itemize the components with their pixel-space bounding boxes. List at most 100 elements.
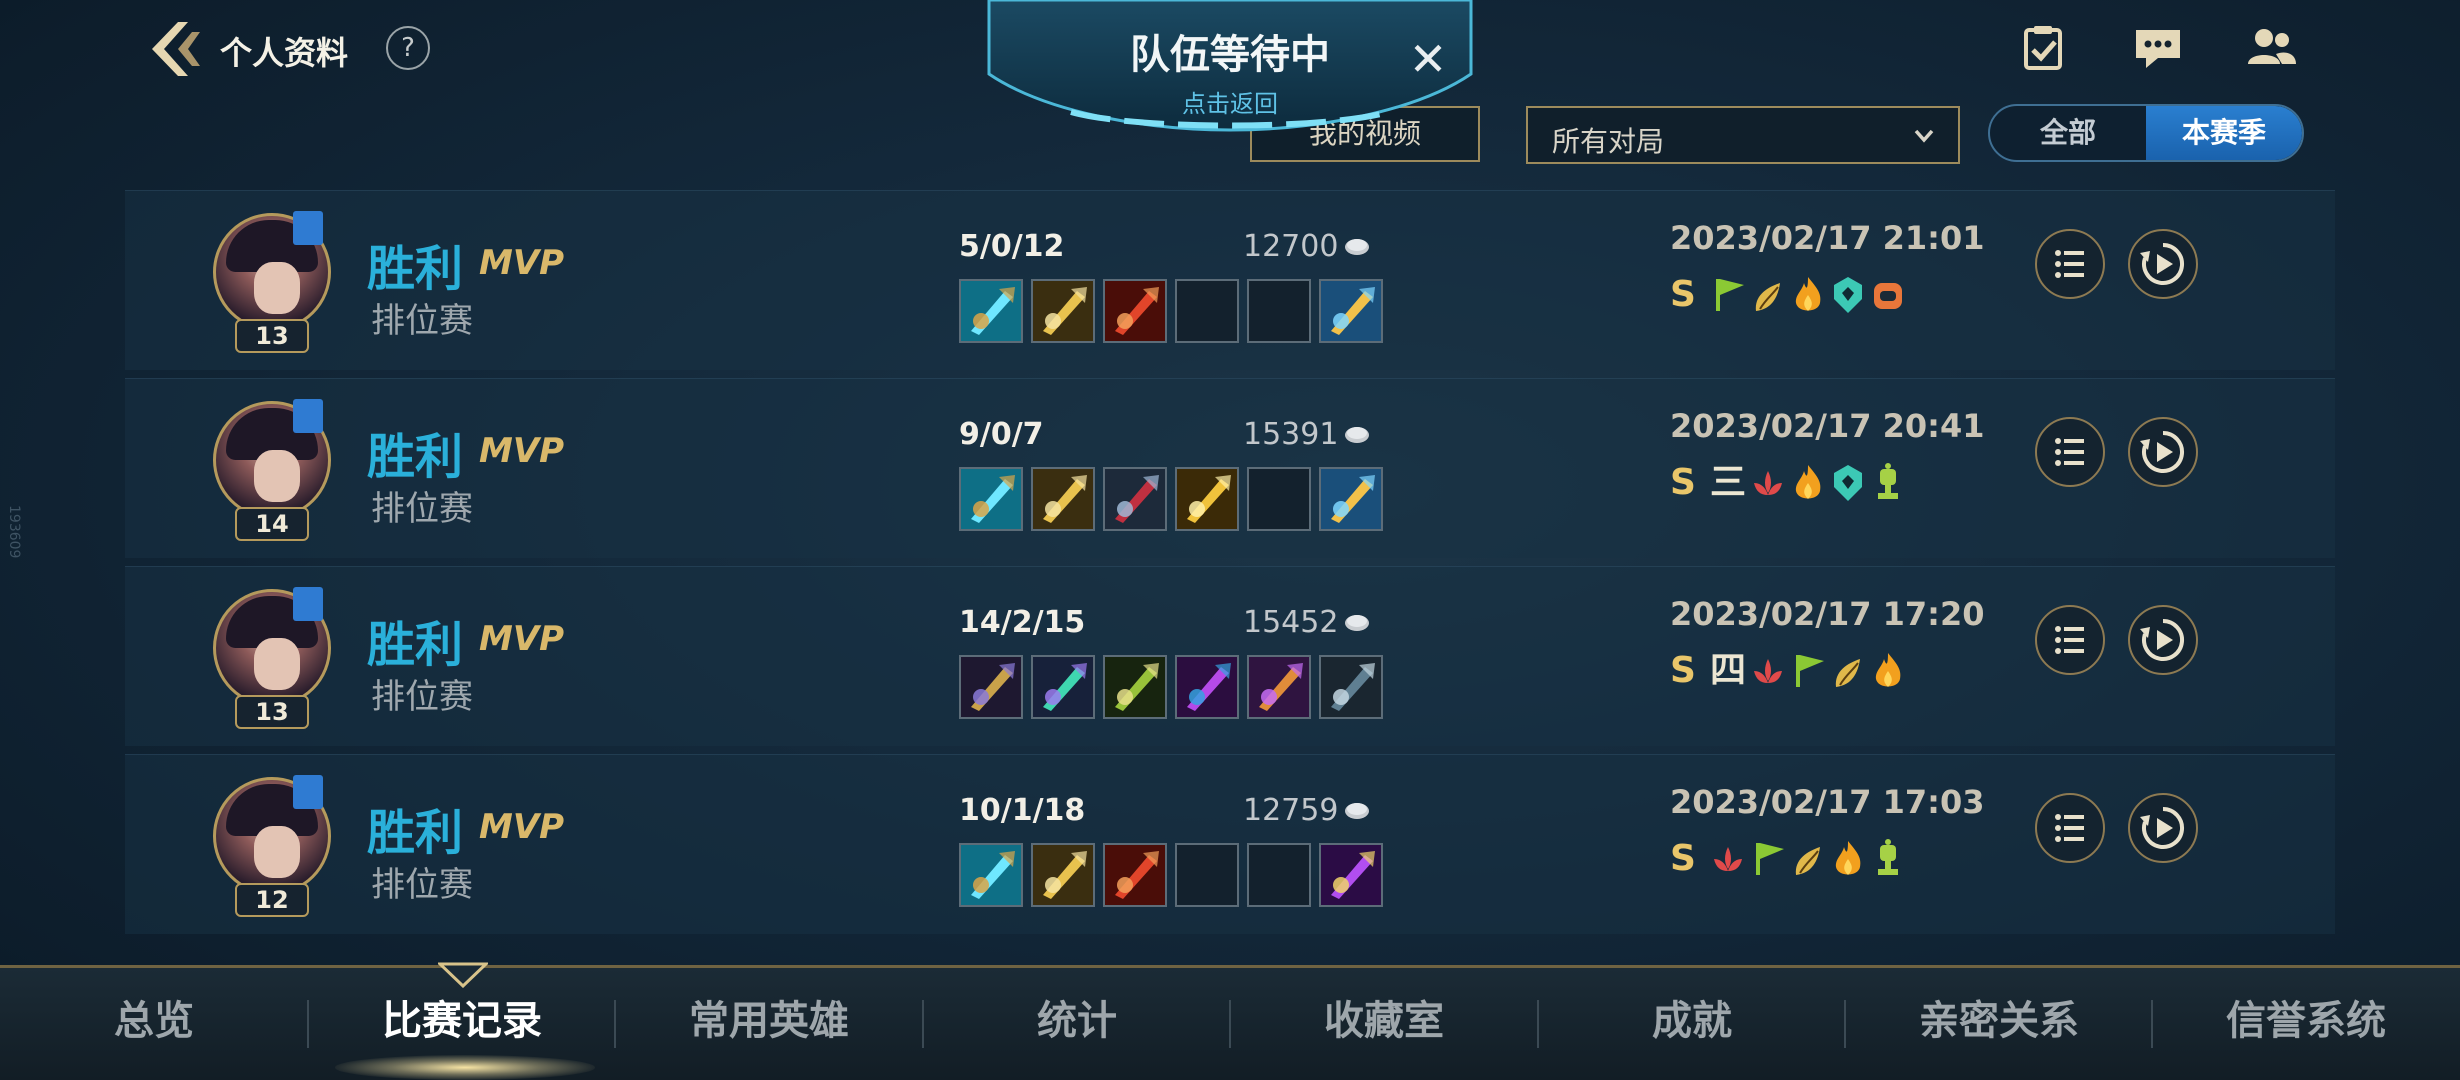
season-toggle: 全部 本赛季 [1988, 104, 2304, 162]
nav-divider [614, 1000, 616, 1048]
item-slot-gold-trinket[interactable] [1319, 279, 1383, 343]
toggle-this-season[interactable]: 本赛季 [2146, 106, 2302, 160]
match-result: 胜利 [367, 241, 464, 297]
flame-leaf-honor-icon [1830, 649, 1866, 693]
item-slot-purple-orb[interactable] [1247, 655, 1311, 719]
item-slot-crimson-spikes[interactable] [1103, 467, 1167, 531]
list-icon [2055, 626, 2084, 654]
match-mode: 排位赛 [371, 301, 473, 341]
match-result: 胜利 [367, 617, 464, 673]
item-slot-empty[interactable] [1247, 279, 1311, 343]
match-detail-button[interactable] [2035, 417, 2105, 487]
nav-tab-7[interactable]: 信誉系统 [2152, 965, 2460, 1077]
item-slot-empty[interactable] [1175, 843, 1239, 907]
nav-divider [1537, 1000, 1539, 1048]
fire-honor-icon [1790, 273, 1826, 317]
item-slot-red-blade[interactable] [1103, 279, 1167, 343]
item-slot-gold-trinket[interactable] [1319, 467, 1383, 531]
nav-tab-2[interactable]: 常用英雄 [615, 965, 923, 1077]
nav-tab-4[interactable]: 收藏室 [1230, 965, 1538, 1077]
gold-value: 12759 [1243, 793, 1339, 828]
friends-icon[interactable] [2246, 24, 2298, 72]
kda-value: 5/0/12 [959, 229, 1065, 264]
match-row[interactable]: 12 胜利 MVP 排位赛 10/1/18 12759 2023/02/17 17:03 S [125, 754, 2335, 934]
hero-level-badge: 13 [235, 319, 309, 353]
trophy-honor-icon [1870, 461, 1906, 505]
queue-close-icon[interactable]: ✕ [1404, 36, 1452, 84]
item-slot-gold-blade[interactable] [1031, 467, 1095, 531]
task-checklist-icon[interactable] [2018, 24, 2070, 72]
nav-tab-3[interactable]: 统计 [923, 965, 1231, 1077]
replay-button[interactable] [2128, 417, 2198, 487]
flame-leaf-honor-icon [1750, 273, 1786, 317]
item-slot-dark-shuriken[interactable] [959, 655, 1023, 719]
item-slot-cyan-sword[interactable] [959, 467, 1023, 531]
hero-level-badge: 12 [235, 883, 309, 917]
match-result: 胜利 [367, 805, 464, 861]
party-icon [293, 211, 323, 245]
item-slot-green-claw[interactable] [1031, 655, 1095, 719]
hero-level-badge: 13 [235, 695, 309, 729]
item-slot-gold-cross[interactable] [1175, 467, 1239, 531]
gold-value: 12700 [1243, 229, 1339, 264]
queue-return-link[interactable]: 点击返回 [985, 84, 1475, 119]
gold-coin-icon [1345, 239, 1369, 255]
item-slot-cyan-sword[interactable] [959, 279, 1023, 343]
toggle-all[interactable]: 全部 [1990, 106, 2146, 160]
match-time: 2023/02/17 21:01 [1670, 219, 1985, 257]
replay-button[interactable] [2128, 229, 2198, 299]
mvp-badge: MVP [479, 431, 565, 471]
match-detail-button[interactable] [2035, 793, 2105, 863]
mvp-badge: MVP [479, 243, 565, 283]
item-slot-gold-blade[interactable] [1031, 843, 1095, 907]
match-type-select[interactable]: 所有对局 [1526, 106, 1960, 164]
match-time: 2023/02/17 17:03 [1670, 783, 1985, 821]
item-slot-dark-trinket[interactable] [1319, 655, 1383, 719]
back-icon[interactable] [148, 18, 204, 80]
item-slot-gold-blade[interactable] [1031, 279, 1095, 343]
chevron-down-icon [1914, 129, 1934, 143]
fire-honor-icon [1870, 649, 1906, 693]
gold-value: 15391 [1243, 417, 1339, 452]
replay-button[interactable] [2128, 605, 2198, 675]
list-icon [2055, 814, 2084, 842]
gold-value: 15452 [1243, 605, 1339, 640]
honor-badge: S [1670, 274, 1696, 315]
hero-level-badge: 14 [235, 507, 309, 541]
item-slot-empty[interactable] [1247, 843, 1311, 907]
match-detail-button[interactable] [2035, 605, 2105, 675]
match-detail-button[interactable] [2035, 229, 2105, 299]
match-row[interactable]: 14 胜利 MVP 排位赛 9/0/7 15391 2023/02/17 20:41 S 三 [125, 378, 2335, 558]
fire-honor-icon [1790, 461, 1826, 505]
flag-honor-icon [1790, 649, 1826, 693]
nav-tab-6[interactable]: 亲密关系 [1845, 965, 2153, 1077]
item-slot-violet-trinket[interactable] [1319, 843, 1383, 907]
active-tab-arrow-icon [438, 962, 488, 988]
item-slot-green-sword[interactable] [1103, 655, 1167, 719]
flag-honor-icon [1710, 273, 1746, 317]
honor-badge: S [1670, 650, 1696, 691]
honor-badge: 三 [1710, 462, 1747, 503]
item-slot-cyan-sword[interactable] [959, 843, 1023, 907]
chat-icon[interactable] [2132, 24, 2184, 72]
item-slot-purple-scythe[interactable] [1175, 655, 1239, 719]
replay-button[interactable] [2128, 793, 2198, 863]
red-lotus-honor-icon [1750, 649, 1786, 693]
nav-tab-5[interactable]: 成就 [1538, 965, 1846, 1077]
honor-badge: 四 [1710, 650, 1747, 691]
mvp-badge: MVP [479, 619, 565, 659]
item-slot-empty[interactable] [1247, 467, 1311, 531]
mvp-badge: MVP [479, 807, 565, 847]
party-icon [293, 587, 323, 621]
help-button[interactable]: ? [386, 26, 430, 70]
gold-coin-icon [1345, 803, 1369, 819]
item-slot-empty[interactable] [1175, 279, 1239, 343]
replay-icon [2140, 243, 2184, 285]
active-tab-glow [335, 1055, 595, 1080]
match-time: 2023/02/17 20:41 [1670, 407, 1985, 445]
nav-tab-0[interactable]: 总览 [0, 965, 308, 1077]
item-slot-red-blade[interactable] [1103, 843, 1167, 907]
match-row[interactable]: 13 胜利 MVP 排位赛 5/0/12 12700 2023/02/17 21:01 S [125, 190, 2335, 370]
match-mode: 排位赛 [371, 865, 473, 905]
match-row[interactable]: 13 胜利 MVP 排位赛 14/2/15 15452 2023/02/17 17:20 S… [125, 566, 2335, 746]
